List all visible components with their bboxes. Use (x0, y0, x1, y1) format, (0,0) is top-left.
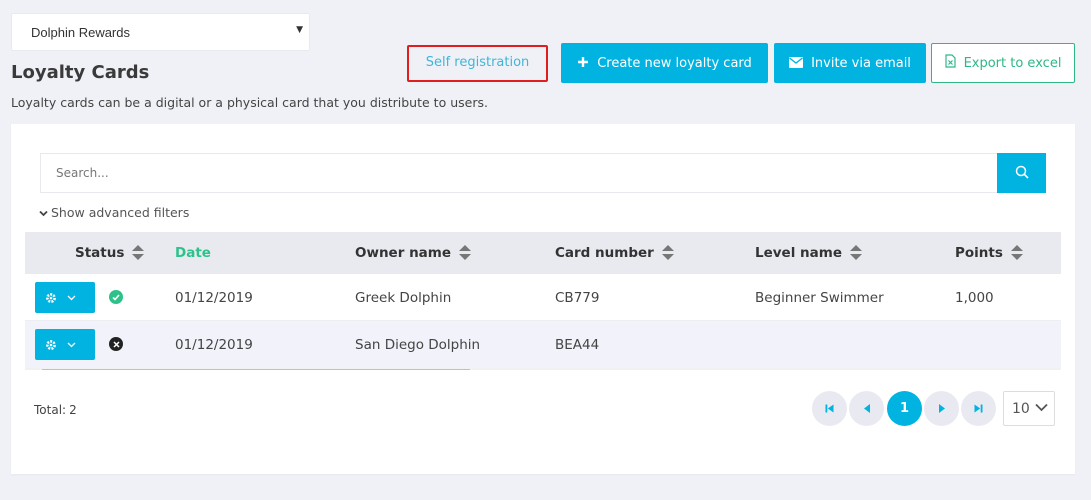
cell-card-number: CB779 (555, 289, 600, 306)
program-select-value: Dolphin Rewards (31, 25, 130, 40)
envelope-icon (789, 55, 804, 71)
caret-down-icon: ▼ (296, 25, 303, 35)
column-header-card-number[interactable]: Card number (555, 232, 674, 274)
chevron-down-icon (67, 295, 75, 300)
next-page-icon (938, 404, 945, 413)
table-row: 01/12/2019 San Diego Dolphin BEA44 (25, 321, 1061, 368)
chevron-down-icon (39, 205, 48, 220)
previous-page-button[interactable] (849, 391, 884, 426)
sort-icon (459, 245, 472, 261)
cell-owner-name: Greek Dolphin (355, 289, 452, 306)
invite-via-email-button[interactable]: Invite via email (774, 43, 926, 83)
self-registration-button[interactable]: Self registration (407, 45, 548, 82)
cell-level-name: Beginner Swimmer (755, 289, 884, 306)
search-input[interactable] (40, 153, 998, 193)
column-header-owner-name[interactable]: Owner name (355, 232, 472, 274)
column-header-points[interactable]: Points (955, 232, 1023, 274)
invite-via-email-label: Invite via email (811, 55, 911, 71)
horizontal-scrollbar[interactable] (25, 368, 1061, 370)
loyalty-cards-table: Status Date Owner name Card number Level… (25, 232, 1061, 370)
search-icon (1015, 165, 1029, 182)
cell-card-number: BEA44 (555, 336, 600, 353)
first-page-button[interactable] (812, 391, 847, 426)
row-actions-button[interactable] (35, 282, 95, 313)
total-value: 2 (69, 403, 77, 417)
export-to-excel-label: Export to excel (963, 55, 1062, 71)
gear-icon (45, 292, 56, 303)
chevron-down-icon (1035, 403, 1048, 412)
per-page-select[interactable]: 10 (1003, 391, 1055, 426)
table-header: Status Date Owner name Card number Level… (25, 232, 1061, 274)
plus-icon (577, 55, 589, 71)
per-page-value: 10 (1012, 400, 1030, 417)
sort-icon (1010, 245, 1023, 261)
search-button[interactable] (997, 153, 1046, 193)
program-select[interactable]: Dolphin Rewards ▼ (11, 13, 310, 51)
previous-page-icon (863, 404, 870, 413)
export-to-excel-button[interactable]: Export to excel (931, 43, 1075, 83)
cell-owner-name: San Diego Dolphin (355, 336, 481, 353)
scrollbar-thumb[interactable] (42, 369, 470, 370)
column-header-owner-label: Owner name (355, 245, 452, 261)
sort-icon (661, 245, 674, 261)
total-label: Total: (34, 403, 67, 417)
cell-date: 01/12/2019 (175, 289, 253, 306)
table-row: 01/12/2019 Greek Dolphin CB779 Beginner … (25, 274, 1061, 321)
page-description: Loyalty cards can be a digital or a phys… (11, 95, 488, 110)
next-page-button[interactable] (924, 391, 959, 426)
column-header-level-label: Level name (755, 245, 842, 261)
loyalty-cards-panel: Show advanced filters Status Date Owner … (11, 124, 1075, 474)
column-header-date[interactable]: Date (175, 232, 211, 274)
page-1-button[interactable]: 1 (887, 391, 922, 426)
sort-icon (850, 245, 862, 261)
x-circle-icon (109, 337, 123, 351)
column-header-status-label: Status (75, 245, 125, 261)
cell-date: 01/12/2019 (175, 336, 253, 353)
create-loyalty-card-button[interactable]: Create new loyalty card (561, 43, 768, 83)
search-bar (40, 153, 1047, 193)
check-circle-icon (109, 290, 123, 304)
gear-icon (45, 339, 56, 350)
row-actions-button[interactable] (35, 329, 95, 360)
column-header-status[interactable]: Status (75, 232, 145, 274)
advanced-filters-label: Show advanced filters (51, 205, 190, 220)
page-title: Loyalty Cards (11, 62, 150, 83)
column-header-date-label: Date (175, 245, 211, 261)
column-header-card-number-label: Card number (555, 245, 654, 261)
last-page-button[interactable] (961, 391, 996, 426)
column-header-points-label: Points (955, 245, 1003, 261)
chevron-down-icon (67, 342, 75, 347)
column-header-level-name[interactable]: Level name (755, 232, 862, 274)
sort-icon (132, 245, 145, 261)
last-page-icon (974, 404, 983, 413)
show-advanced-filters-toggle[interactable]: Show advanced filters (39, 205, 189, 220)
cell-points: 1,000 (955, 289, 994, 306)
total-count: Total: 2 (31, 403, 77, 417)
create-loyalty-card-label: Create new loyalty card (597, 55, 752, 71)
excel-file-icon (944, 54, 956, 72)
first-page-icon (825, 404, 834, 413)
